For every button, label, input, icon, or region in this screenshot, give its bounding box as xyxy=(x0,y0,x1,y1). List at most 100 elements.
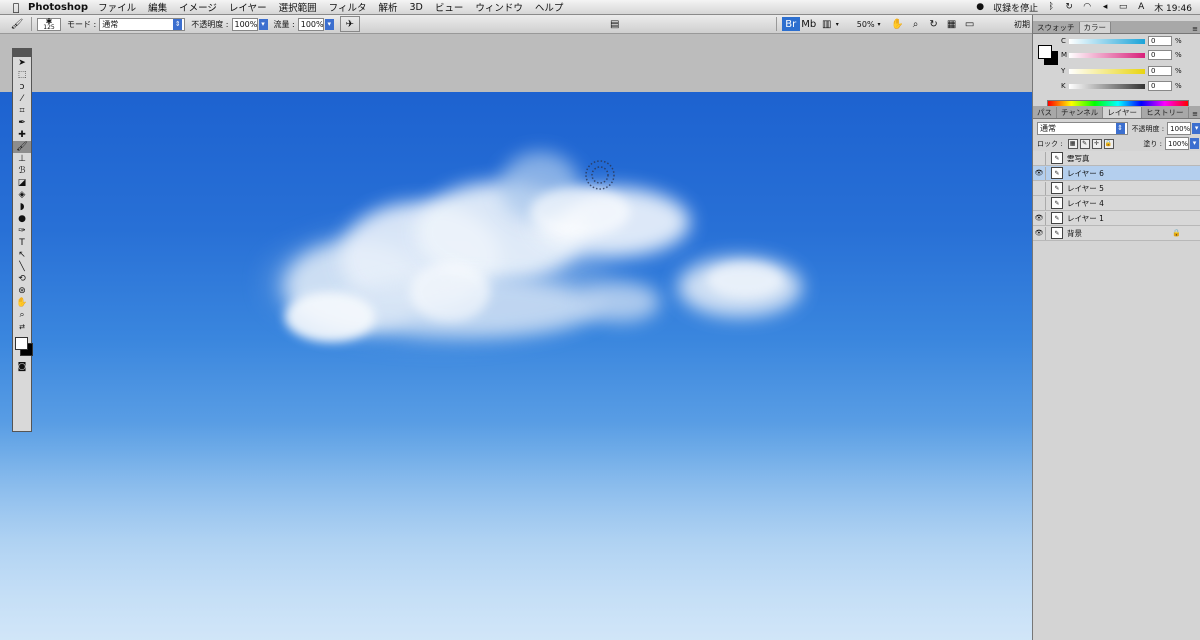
eraser-tool-icon[interactable]: ◪ xyxy=(13,177,31,189)
magic-wand-tool-icon[interactable]: ⁄ xyxy=(13,93,31,105)
history-brush-tool-icon[interactable]: ℬ xyxy=(13,165,31,177)
record-icon[interactable]: ● xyxy=(975,2,985,12)
eye-icon[interactable]: 👁 xyxy=(1033,166,1046,180)
black-input[interactable]: 0 xyxy=(1148,81,1172,91)
spot-heal-tool-icon[interactable]: ✚ xyxy=(13,129,31,141)
yellow-input[interactable]: 0 xyxy=(1148,66,1172,76)
eye-icon[interactable]: 👁 xyxy=(1033,211,1046,225)
menu-filter[interactable]: フィルタ xyxy=(329,0,367,14)
tab-paths[interactable]: パス xyxy=(1033,107,1057,118)
menu-edit[interactable]: 編集 xyxy=(148,0,167,14)
layer-row[interactable]: ✎ レイヤー 4 xyxy=(1033,196,1200,211)
bridge-icon[interactable]: Br xyxy=(781,17,800,31)
layer-row-selected[interactable]: 👁 ✎ レイヤー 6 xyxy=(1033,166,1200,181)
menu-file[interactable]: ファイル xyxy=(98,0,136,14)
zoom-level[interactable]: 50% xyxy=(857,20,875,29)
workspace-label[interactable]: 初期 xyxy=(1014,19,1030,30)
visibility-toggle-off[interactable] xyxy=(1033,151,1046,165)
mode-select[interactable]: 通常 ⇕ xyxy=(99,17,186,31)
3d-orbit-tool-icon[interactable]: ⊛ xyxy=(13,285,31,297)
brush-panel-toggle-icon[interactable]: ▤ xyxy=(606,17,624,31)
airbrush-icon[interactable]: ✈ xyxy=(339,16,360,32)
hand-icon[interactable]: ✋ xyxy=(889,17,907,31)
menu-analysis[interactable]: 解析 xyxy=(378,0,397,14)
marquee-tool-icon[interactable]: ⬚ xyxy=(13,69,31,81)
menu-window[interactable]: ウィンドウ xyxy=(475,0,523,14)
menu-help[interactable]: ヘルプ xyxy=(535,0,564,14)
crop-tool-icon[interactable]: ⌗ xyxy=(13,105,31,117)
tab-channels[interactable]: チャンネル xyxy=(1057,107,1104,118)
dodge-tool-icon[interactable]: ● xyxy=(13,213,31,225)
brush-size-picker[interactable]: ✱ 125 xyxy=(37,17,61,31)
menu-image[interactable]: イメージ xyxy=(179,0,217,14)
fill-input[interactable]: 100% xyxy=(1165,137,1189,150)
layer-row[interactable]: ✎ 雲写真 xyxy=(1033,151,1200,166)
3d-rotate-tool-icon[interactable]: ⟲ xyxy=(13,273,31,285)
layer-row[interactable]: 👁 ✎ 背景 🔒 xyxy=(1033,226,1200,241)
quick-mask-icon[interactable]: ◙ xyxy=(13,361,31,373)
menu-view[interactable]: ビュー xyxy=(435,0,464,14)
tools-panel-handle[interactable] xyxy=(13,49,31,57)
eyedropper-tool-icon[interactable]: ✒ xyxy=(13,117,31,129)
panel-menu-icon[interactable]: ≡ xyxy=(1192,110,1200,118)
input-method-icon[interactable]: A xyxy=(1136,2,1146,12)
app-menu[interactable]: Photoshop xyxy=(28,2,88,13)
blend-mode-select[interactable]: 通常 ⇕ xyxy=(1037,122,1128,135)
blur-tool-icon[interactable]: ◗ xyxy=(13,201,31,213)
lasso-tool-icon[interactable]: ↄ xyxy=(13,81,31,93)
eye-icon[interactable]: 👁 xyxy=(1033,226,1046,240)
zoom-tool-icon[interactable]: ⌕ xyxy=(13,309,31,321)
lock-transparency-icon[interactable]: ▦ xyxy=(1067,138,1078,149)
swap-colors-icon[interactable]: ⇄ xyxy=(13,321,31,333)
sync-icon[interactable]: ↻ xyxy=(1064,2,1074,12)
path-select-tool-icon[interactable]: ↖ xyxy=(13,249,31,261)
layer-row[interactable]: 👁 ✎ レイヤー 1 xyxy=(1033,211,1200,226)
clock[interactable]: 木 19:46 xyxy=(1154,1,1192,14)
view-extras-icon[interactable]: ▥ xyxy=(818,17,836,31)
menu-3d[interactable]: 3D xyxy=(409,2,422,13)
cyan-slider[interactable] xyxy=(1069,38,1145,44)
paint-bucket-tool-icon[interactable]: ◈ xyxy=(13,189,31,201)
magenta-slider[interactable] xyxy=(1069,52,1145,58)
lock-all-icon[interactable]: 🔒 xyxy=(1103,138,1114,149)
visibility-toggle-off[interactable] xyxy=(1033,181,1046,195)
tab-layers[interactable]: レイヤー xyxy=(1103,107,1143,118)
hand-tool-icon[interactable]: ✋ xyxy=(13,297,31,309)
black-slider[interactable] xyxy=(1069,83,1145,89)
layer-opacity-dropdown-icon[interactable]: ▾ xyxy=(1192,123,1200,134)
clone-stamp-tool-icon[interactable]: ⊥ xyxy=(13,153,31,165)
rotate-view-icon[interactable]: ↻ xyxy=(925,17,943,31)
flow-dropdown-icon[interactable]: ▾ xyxy=(324,18,334,30)
lock-pixels-icon[interactable]: ✎ xyxy=(1079,138,1090,149)
zoom-dropdown-icon[interactable]: ▾ xyxy=(878,21,881,28)
type-tool-icon[interactable]: T xyxy=(13,237,31,249)
foreground-color-swatch[interactable] xyxy=(15,337,28,350)
flow-input[interactable]: 100% xyxy=(297,17,324,31)
move-tool-icon[interactable]: ➤ xyxy=(13,57,31,69)
apple-menu-icon[interactable]:  xyxy=(10,1,22,14)
stop-recording-label[interactable]: 収録を停止 xyxy=(993,1,1038,14)
layer-opacity-input[interactable]: 100% xyxy=(1167,122,1192,135)
fill-dropdown-icon[interactable]: ▾ xyxy=(1190,138,1199,149)
bluetooth-icon[interactable]: ᛒ xyxy=(1046,2,1056,12)
wifi-icon[interactable]: ◠ xyxy=(1082,2,1092,12)
lock-position-icon[interactable]: ✛ xyxy=(1091,138,1102,149)
battery-icon[interactable]: ▭ xyxy=(1118,2,1128,12)
layer-row[interactable]: ✎ レイヤー 5 xyxy=(1033,181,1200,196)
panel-foreground-swatch[interactable] xyxy=(1038,45,1052,59)
screen-mode-icon[interactable]: ▭ xyxy=(961,17,979,31)
brush-preset-icon[interactable]: 🖌 xyxy=(8,17,26,31)
menu-layer[interactable]: レイヤー xyxy=(229,0,267,14)
arrange-documents-icon[interactable]: ▦ xyxy=(943,17,961,31)
chevron-down-icon[interactable]: ▾ xyxy=(836,21,839,28)
magenta-input[interactable]: 0 xyxy=(1148,50,1172,60)
zoom-icon[interactable]: ⌕ xyxy=(907,17,925,31)
brush-tool-icon[interactable]: 🖌 xyxy=(13,141,31,153)
opacity-input[interactable]: 100% xyxy=(231,17,258,31)
pen-tool-icon[interactable]: ✑ xyxy=(13,225,31,237)
opacity-dropdown-icon[interactable]: ▾ xyxy=(258,18,268,30)
tab-history[interactable]: ヒストリー xyxy=(1142,107,1189,118)
yellow-slider[interactable] xyxy=(1069,68,1145,74)
volume-icon[interactable]: ◂ xyxy=(1100,2,1110,12)
menu-select[interactable]: 選択範囲 xyxy=(279,0,317,14)
